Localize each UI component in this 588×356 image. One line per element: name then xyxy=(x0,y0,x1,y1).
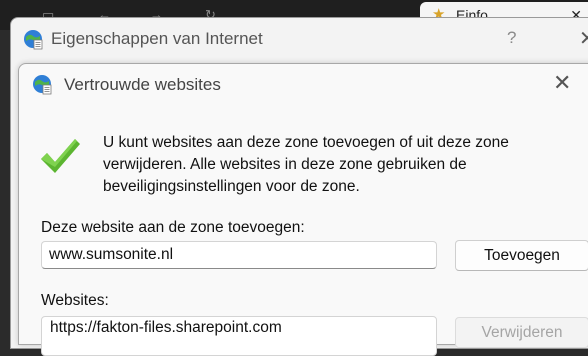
trusted-sites-dialog: Vertrouwde websites ✕ U kunt websites aa… xyxy=(18,63,588,356)
add-website-input[interactable] xyxy=(41,241,437,269)
websites-label: Websites: xyxy=(41,292,109,309)
add-button[interactable]: Toevoegen xyxy=(455,240,588,271)
websites-list[interactable]: https://fakton-files.sharepoint.com xyxy=(41,316,437,356)
green-checkmark-icon xyxy=(41,139,80,173)
inner-dialog-title: Vertrouwde websites xyxy=(64,75,221,94)
outer-dialog-title: Eigenschappen van Internet xyxy=(51,29,263,48)
outer-close-button[interactable]: ✕ xyxy=(579,26,588,51)
inner-close-button[interactable]: ✕ xyxy=(553,70,571,96)
zone-description: U kunt websites aan deze zone toevoegen … xyxy=(103,134,509,195)
help-button[interactable]: ? xyxy=(507,28,516,48)
remove-button[interactable]: Verwijderen xyxy=(455,317,588,348)
add-website-label: Deze website aan de zone toevoegen: xyxy=(41,219,305,236)
internet-options-globe-icon xyxy=(33,75,52,95)
internet-options-globe-icon xyxy=(24,30,43,50)
list-item[interactable]: https://fakton-files.sharepoint.com xyxy=(50,319,282,337)
